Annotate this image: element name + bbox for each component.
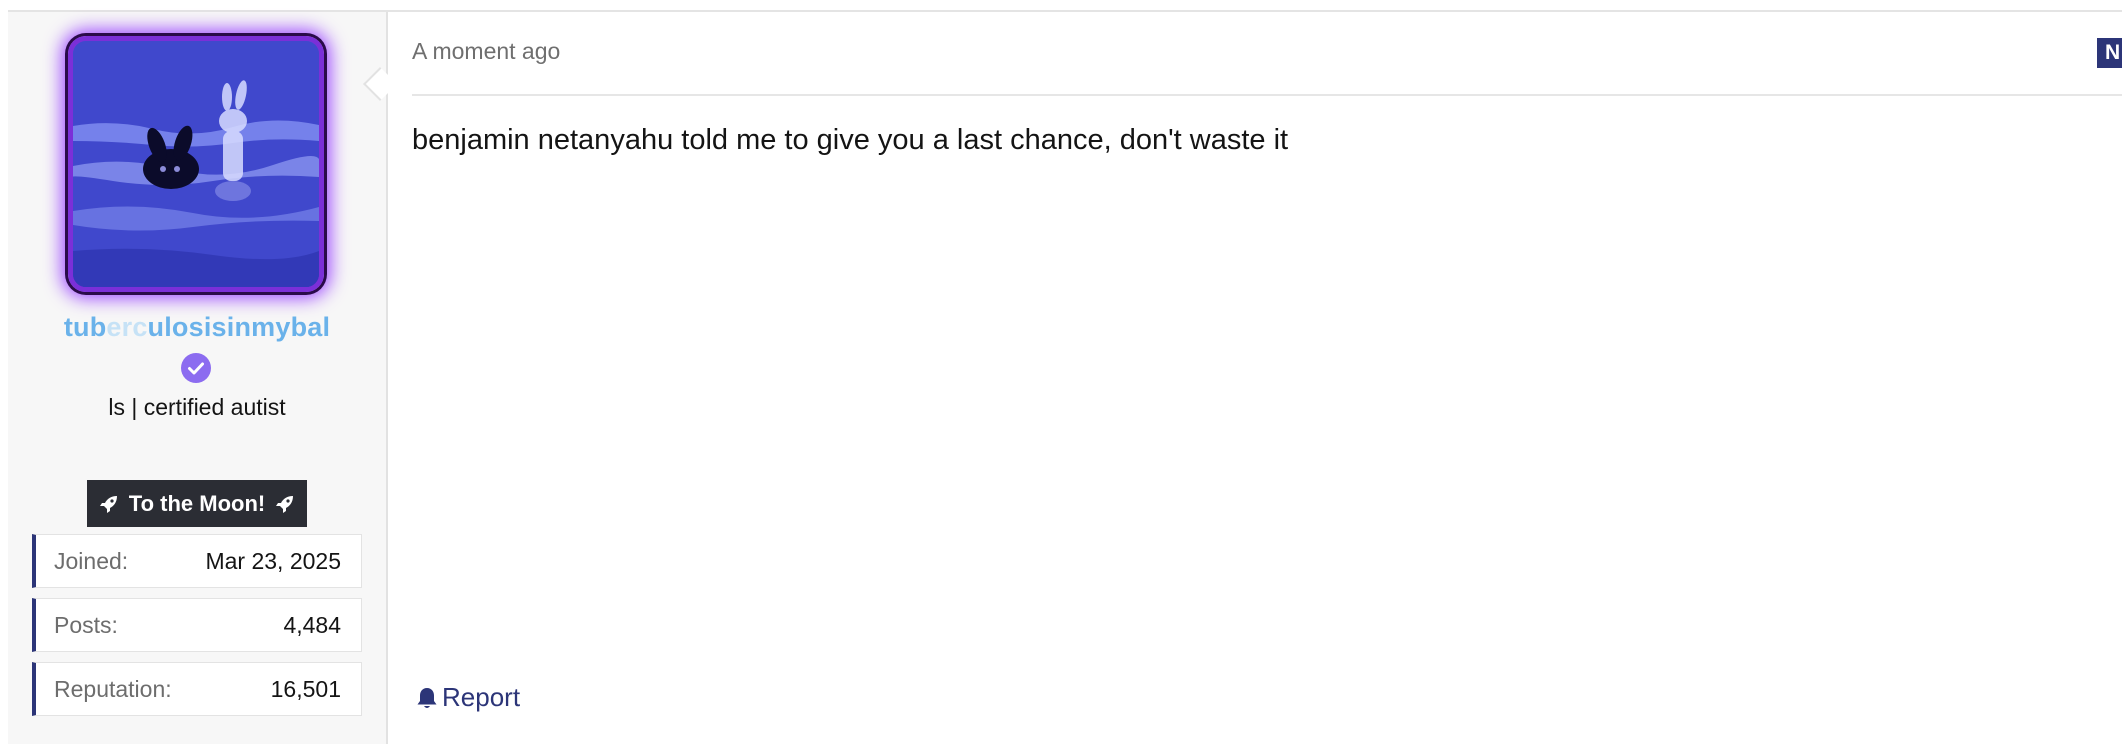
rocket-icon bbox=[276, 495, 294, 513]
stat-label: Joined: bbox=[54, 547, 129, 574]
stat-reputation: Reputation: 16,501 bbox=[32, 662, 362, 716]
username-part: tub bbox=[63, 312, 107, 342]
bell-icon bbox=[417, 687, 437, 708]
stat-value: 4,484 bbox=[283, 611, 341, 638]
user-banner: To the Moon! bbox=[87, 480, 307, 527]
avatar-image bbox=[73, 41, 319, 287]
post-message: benjamin netanyahu told me to give you a… bbox=[412, 124, 1289, 156]
avatar[interactable] bbox=[68, 36, 324, 292]
header-divider bbox=[412, 94, 2122, 96]
post-timestamp[interactable]: A moment ago bbox=[412, 38, 560, 65]
username-part: erc bbox=[106, 312, 148, 342]
report-button[interactable]: Report bbox=[416, 682, 520, 713]
stat-joined: Joined: Mar 23, 2025 bbox=[32, 534, 362, 588]
user-title: ls | certified autist bbox=[108, 394, 286, 420]
stat-value: Mar 23, 2025 bbox=[205, 547, 341, 574]
stat-label: Reputation: bbox=[54, 675, 172, 702]
rocket-icon bbox=[99, 495, 117, 513]
report-label: Report bbox=[442, 682, 521, 712]
verified-check-icon bbox=[181, 353, 211, 383]
username-part: ulosisinmybal bbox=[147, 312, 331, 342]
stat-label: Posts: bbox=[54, 611, 118, 638]
stat-posts: Posts: 4,484 bbox=[32, 598, 362, 652]
stat-value: 16,501 bbox=[270, 675, 341, 702]
username[interactable]: tuberculosisinmybal bbox=[8, 312, 386, 343]
post-container: tuberculosisinmybal ls | certified autis… bbox=[0, 0, 2122, 744]
banner-label: To the Moon! bbox=[128, 490, 266, 516]
new-badge: N bbox=[2097, 38, 2122, 68]
